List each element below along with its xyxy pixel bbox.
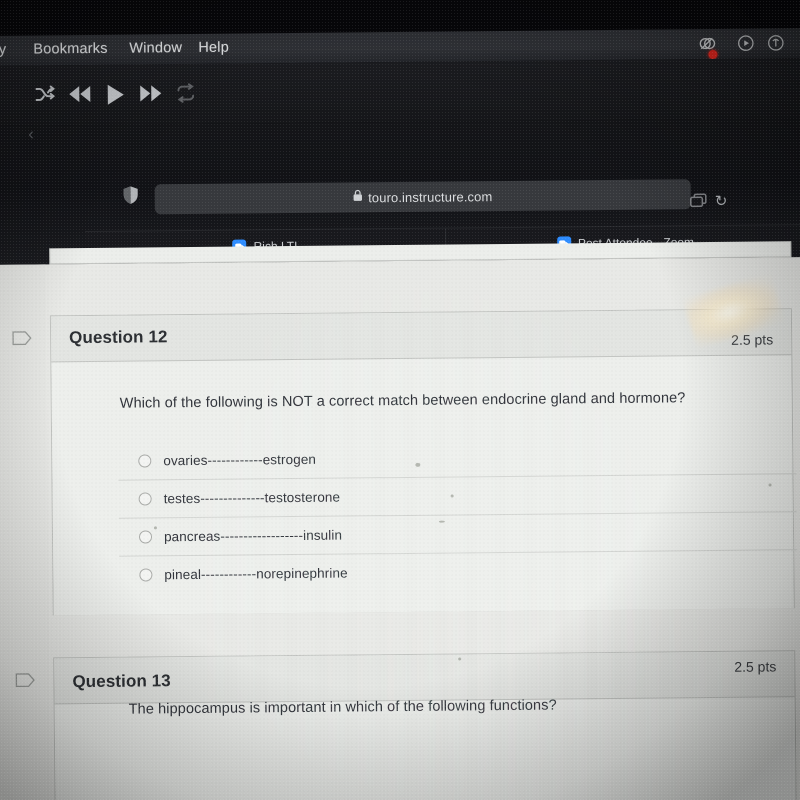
answer-list: ovaries------------estrogen testes------… (118, 435, 798, 594)
question-title: Question 12 (69, 327, 168, 348)
previous-track-icon[interactable] (68, 83, 92, 110)
answer-option[interactable]: ovaries------------estrogen (118, 435, 796, 480)
radio-button[interactable] (139, 568, 153, 582)
next-track-icon[interactable] (139, 82, 163, 109)
play-icon[interactable] (105, 83, 127, 112)
question-box-12: Question 12 2.5 pts Which of the followi… (49, 308, 798, 616)
tab-group-icon[interactable] (690, 193, 707, 213)
radio-button[interactable] (138, 530, 153, 544)
question-points: 2.5 pts (731, 331, 774, 348)
question-flag-icon[interactable] (12, 331, 32, 346)
question-points: 2.5 pts (734, 658, 777, 675)
menu-item-window[interactable]: Window (129, 40, 182, 57)
repeat-icon[interactable] (175, 82, 197, 109)
answer-label: ovaries------------estrogen (163, 451, 317, 468)
shield-icon[interactable] (123, 186, 139, 210)
photo-of-laptop-screen: tory Bookmarks Window Help ‹ touro.instr… (0, 0, 800, 800)
answer-label: pancreas------------------insulin (163, 527, 343, 545)
question-flag-icon[interactable] (15, 673, 35, 688)
siri-icon[interactable] (766, 33, 785, 57)
question-body: Which of the following is NOT a correct … (51, 355, 798, 616)
question-title: Question 13 (72, 671, 171, 692)
back-button[interactable]: ‹ (28, 125, 34, 144)
url-bar[interactable]: touro.instructure.com (154, 179, 691, 215)
answer-label: pineal------------norepinephrine (164, 565, 348, 583)
screen-record-icon[interactable] (697, 34, 718, 60)
url-text: touro.instructure.com (368, 188, 493, 205)
laptop-screen: tory Bookmarks Window Help ‹ touro.instr… (0, 0, 800, 800)
radio-button[interactable] (138, 453, 152, 468)
menu-item-help[interactable]: Help (198, 40, 229, 56)
lock-icon (353, 188, 363, 206)
canvas-quiz-page: Question 12 2.5 pts Which of the followi… (0, 241, 800, 800)
control-center-icon[interactable] (736, 34, 755, 58)
radio-button[interactable] (138, 492, 152, 506)
question-header: Question 12 2.5 pts (50, 309, 792, 363)
answer-option[interactable]: testes--------------testosterone (118, 473, 797, 518)
question-body: The hippocampus is important in which of… (54, 697, 796, 800)
question-box-13: Question 13 2.5 pts The hippocampus is i… (53, 650, 797, 800)
recording-dot (708, 49, 718, 60)
answer-option[interactable]: pancreas------------------insulin (118, 511, 798, 556)
music-player-bar: Owe Me Big Sean — I Decided. · (0, 58, 800, 183)
shuffle-icon[interactable] (34, 83, 56, 110)
answer-label: testes--------------testosterone (163, 489, 341, 507)
answer-option[interactable]: pineal------------norepinephrine (119, 549, 798, 594)
menu-item-bookmarks[interactable]: Bookmarks (33, 41, 107, 58)
menu-item-history[interactable]: tory (0, 42, 6, 58)
reload-icon[interactable]: ↻ (715, 192, 728, 210)
question-text: Which of the following is NOT a correct … (119, 390, 686, 412)
